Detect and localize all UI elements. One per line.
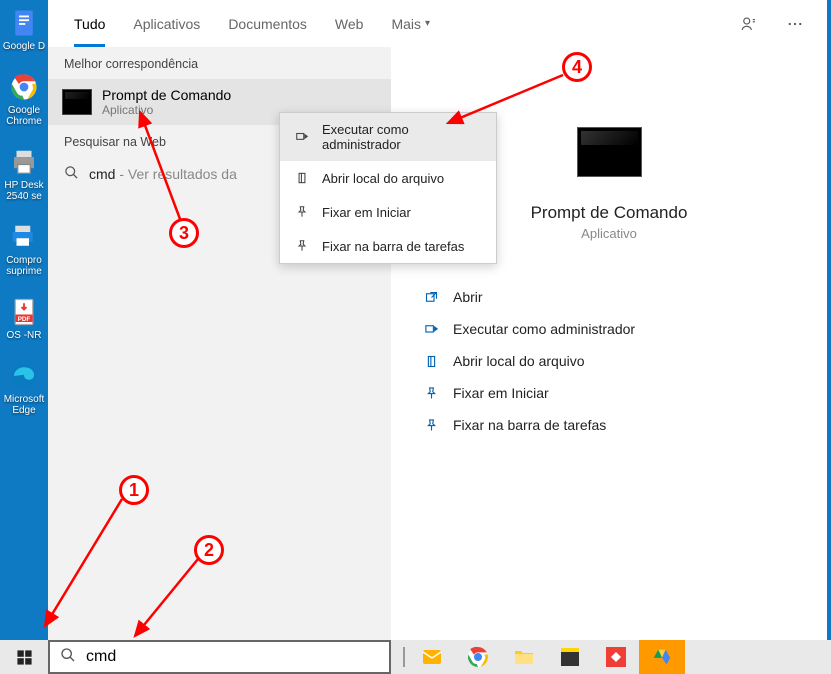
search-input[interactable] xyxy=(86,648,379,666)
task-outlook[interactable] xyxy=(409,640,455,674)
ctx-run-admin[interactable]: Executar como administrador xyxy=(280,113,496,161)
action-run-admin[interactable]: Executar como administrador xyxy=(423,313,827,345)
pin-start-icon xyxy=(294,204,310,220)
tab-more[interactable]: Mais ▾ xyxy=(377,0,444,47)
printer-icon xyxy=(7,145,41,179)
shield-icon xyxy=(423,321,439,337)
search-tabs: Tudo Aplicativos Documentos Web Mais ▾ xyxy=(48,0,827,47)
more-options-icon[interactable] xyxy=(781,10,809,38)
app-type: Aplicativo xyxy=(581,226,637,241)
task-explorer[interactable] xyxy=(501,640,547,674)
task-anydesk[interactable] xyxy=(593,640,639,674)
feedback-icon[interactable] xyxy=(735,10,763,38)
cart-icon xyxy=(7,220,41,254)
tab-all[interactable]: Tudo xyxy=(60,0,119,47)
start-button[interactable] xyxy=(0,640,48,674)
annotation-2: 2 xyxy=(194,535,224,565)
action-open-location-label: Abrir local do arquivo xyxy=(453,353,585,369)
action-pin-start[interactable]: Fixar em Iniciar xyxy=(423,377,827,409)
ctx-open-location[interactable]: Abrir local do arquivo xyxy=(280,161,496,195)
action-pin-start-label: Fixar em Iniciar xyxy=(453,385,549,401)
ctx-open-location-label: Abrir local do arquivo xyxy=(322,171,444,186)
cmd-thumb-icon xyxy=(62,89,92,115)
desktop-label: Compro suprime xyxy=(2,255,46,277)
chrome-icon xyxy=(7,70,41,104)
annotation-3: 3 xyxy=(169,218,199,248)
desktop-label: HP Desk 2540 se xyxy=(2,180,46,202)
pin-taskbar-icon xyxy=(423,417,439,433)
annotation-4: 4 xyxy=(562,52,592,82)
tab-apps[interactable]: Aplicativos xyxy=(119,0,214,47)
action-open-label: Abrir xyxy=(453,289,483,305)
pin-start-icon xyxy=(423,385,439,401)
folder-icon xyxy=(423,353,439,369)
action-pin-taskbar[interactable]: Fixar na barra de tarefas xyxy=(423,409,827,441)
tab-more-label: Mais xyxy=(391,16,421,32)
search-icon xyxy=(60,647,76,668)
result-subtitle: Aplicativo xyxy=(102,103,231,117)
shield-icon xyxy=(294,129,310,145)
desktop-icon-pdf[interactable]: PDF OS -NR xyxy=(2,295,46,341)
docs-icon xyxy=(7,6,41,40)
search-icon xyxy=(64,165,79,183)
windows-icon xyxy=(16,649,33,666)
ctx-pin-taskbar[interactable]: Fixar na barra de tarefas xyxy=(280,229,496,263)
desktop-icon-google-docs[interactable]: Google D xyxy=(2,6,46,52)
desktop-icon-chrome[interactable]: Google Chrome xyxy=(2,70,46,127)
taskbar xyxy=(0,640,831,674)
task-chrome[interactable] xyxy=(455,640,501,674)
pdf-icon: PDF xyxy=(7,295,41,329)
action-run-admin-label: Executar como administrador xyxy=(453,321,635,337)
desktop-icons: Google D Google Chrome HP Desk 2540 se C… xyxy=(0,0,48,416)
taskbar-apps xyxy=(391,640,685,674)
web-search-term: cmd xyxy=(89,166,115,182)
desktop-icon-printer[interactable]: HP Desk 2540 se xyxy=(2,145,46,202)
result-title: Prompt de Comando xyxy=(102,87,231,103)
action-open[interactable]: Abrir xyxy=(423,281,827,313)
folder-icon xyxy=(294,170,310,186)
app-name: Prompt de Comando xyxy=(531,203,688,223)
chevron-down-icon: ▾ xyxy=(425,18,430,29)
open-icon xyxy=(423,289,439,305)
taskbar-divider xyxy=(403,647,405,667)
tab-web[interactable]: Web xyxy=(321,0,378,47)
desktop-label: Google Chrome xyxy=(2,105,46,127)
desktop-icon-edge[interactable]: Microsoft Edge xyxy=(2,359,46,416)
pin-taskbar-icon xyxy=(294,238,310,254)
taskbar-search-box[interactable] xyxy=(48,640,391,674)
app-thumb-icon xyxy=(577,127,642,177)
desktop-label: Google D xyxy=(3,41,45,52)
desktop-icon-cart[interactable]: Compro suprime xyxy=(2,220,46,277)
ctx-pin-start-label: Fixar em Iniciar xyxy=(322,205,411,220)
search-panel: Tudo Aplicativos Documentos Web Mais ▾ Me… xyxy=(48,0,827,640)
task-drive[interactable] xyxy=(639,640,685,674)
ctx-run-admin-label: Executar como administrador xyxy=(322,122,482,152)
ctx-pin-taskbar-label: Fixar na barra de tarefas xyxy=(322,239,464,254)
desktop-label: Microsoft Edge xyxy=(2,394,46,416)
task-sticky[interactable] xyxy=(547,640,593,674)
desktop-label: OS -NR xyxy=(7,330,42,341)
ctx-pin-start[interactable]: Fixar em Iniciar xyxy=(280,195,496,229)
edge-icon xyxy=(7,359,41,393)
web-search-suffix: - Ver resultados da xyxy=(115,166,236,182)
tab-docs[interactable]: Documentos xyxy=(214,0,321,47)
action-pin-taskbar-label: Fixar na barra de tarefas xyxy=(453,417,606,433)
annotation-1: 1 xyxy=(119,475,149,505)
context-menu: Executar como administrador Abrir local … xyxy=(279,112,497,264)
best-match-header: Melhor correspondência xyxy=(48,47,391,79)
svg-text:PDF: PDF xyxy=(18,316,31,323)
action-open-location[interactable]: Abrir local do arquivo xyxy=(423,345,827,377)
